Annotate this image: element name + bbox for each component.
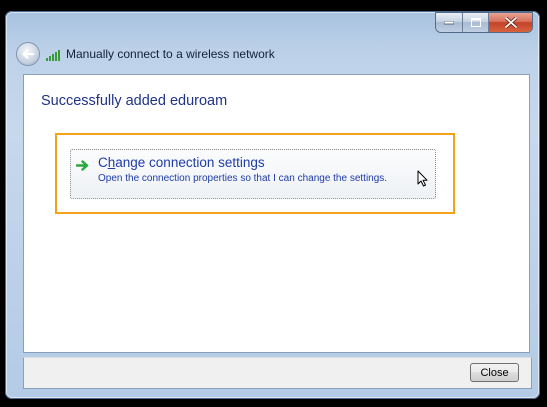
wireless-signal-icon [46, 47, 62, 61]
navigation-bar: Manually connect to a wireless network [17, 42, 275, 66]
maximize-icon [470, 18, 481, 27]
mouse-pointer-icon [417, 170, 428, 190]
window-close-button[interactable] [489, 13, 532, 32]
back-arrow-icon [22, 49, 34, 59]
green-arrow-icon [75, 160, 90, 174]
close-icon [504, 17, 517, 28]
change-connection-settings-link[interactable]: Change connection settings Open the conn… [70, 149, 436, 199]
back-button[interactable] [17, 43, 39, 65]
window-title: Manually connect to a wireless network [66, 47, 275, 61]
content-panel: Successfully added eduroam Change connec… [23, 74, 530, 353]
window-caption-buttons [436, 13, 532, 32]
dialog-window: Manually connect to a wireless network S… [5, 11, 540, 399]
close-button[interactable]: Close [470, 363, 519, 382]
minimize-button[interactable] [436, 13, 463, 32]
command-link-title: Change connection settings [98, 155, 265, 170]
minimize-icon [444, 20, 454, 24]
page-heading: Successfully added eduroam [41, 93, 228, 109]
button-bar: Close [23, 357, 532, 389]
maximize-button[interactable] [463, 13, 489, 32]
command-link-description: Open the connection properties so that I… [98, 173, 388, 184]
